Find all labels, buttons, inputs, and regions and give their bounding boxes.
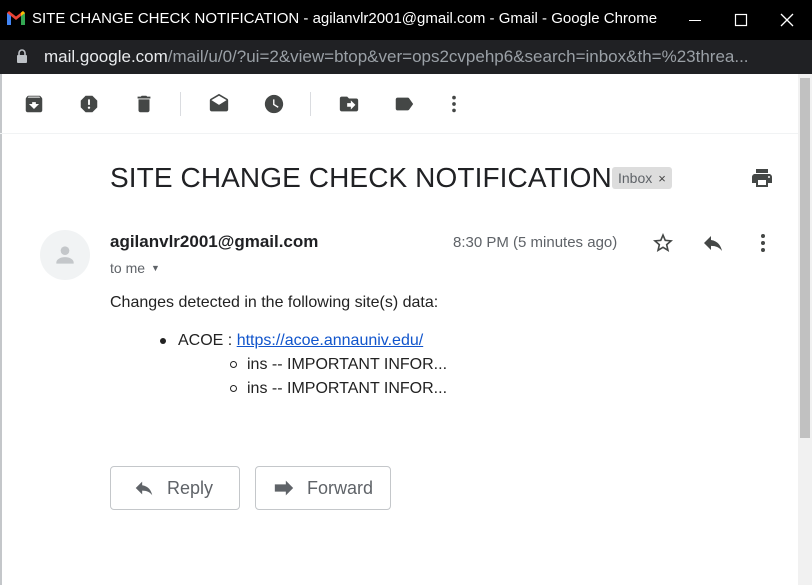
scrollbar-thumb[interactable] (800, 78, 810, 438)
minimize-icon (689, 20, 701, 21)
window-border (0, 74, 2, 585)
email-timestamp: 8:30 PM (5 minutes ago) (453, 234, 618, 251)
url-text[interactable]: mail.google.com/mail/u/0/?ui=2&view=btop… (44, 47, 749, 67)
site-link[interactable]: https://acoe.annauniv.edu/ (237, 332, 424, 349)
email-intro: Changes detected in the following site(s… (110, 294, 439, 311)
email-view: SITE CHANGE CHECK NOTIFICATION Inbox × a… (0, 74, 812, 585)
more-vertical-icon (452, 95, 456, 113)
inbox-label-badge[interactable]: Inbox × (612, 167, 672, 189)
label-text: Inbox (618, 170, 653, 186)
reply-action-button[interactable]: Reply (110, 466, 240, 510)
report-spam-icon (80, 95, 98, 113)
url-host: mail.google.com (44, 47, 168, 66)
circle-bullet-icon (230, 385, 237, 392)
sender-avatar (40, 230, 90, 280)
toolbar-divider (180, 92, 181, 116)
archive-button[interactable] (21, 91, 47, 117)
more-vertical-icon (761, 234, 765, 252)
site-label: ACOE : (178, 332, 237, 349)
chevron-down-icon: ▼ (151, 263, 160, 273)
mark-unread-button[interactable] (206, 91, 232, 117)
address-bar[interactable]: mail.google.com/mail/u/0/?ui=2&view=btop… (0, 40, 812, 74)
maximize-icon (734, 13, 748, 27)
report-spam-button[interactable] (76, 91, 102, 117)
delete-button[interactable] (131, 91, 157, 117)
reply-label: Reply (167, 477, 214, 498)
label-icon (395, 97, 414, 111)
change-entry: ins -- IMPORTANT INFOR... (247, 356, 448, 373)
lock-icon (16, 49, 28, 64)
mark-unread-icon (209, 93, 229, 112)
scrollbar[interactable] (798, 74, 812, 585)
maximize-button[interactable] (718, 0, 764, 40)
snooze-button[interactable] (261, 91, 287, 117)
email-toolbar (0, 74, 798, 134)
close-button[interactable] (764, 0, 810, 40)
window-title: SITE CHANGE CHECK NOTIFICATION - agilanv… (32, 10, 658, 27)
delete-icon (137, 95, 151, 113)
bullet-icon (160, 338, 166, 344)
reply-icon (135, 481, 153, 496)
star-button[interactable] (650, 230, 676, 256)
change-entry: ins -- IMPORTANT INFOR... (247, 380, 448, 397)
circle-bullet-icon (230, 361, 237, 368)
print-button[interactable] (750, 166, 776, 192)
more-options-button[interactable] (750, 230, 776, 256)
person-icon (56, 246, 74, 264)
gmail-icon (7, 11, 25, 25)
forward-icon (274, 480, 294, 496)
recipient-text: to me (110, 260, 146, 276)
archive-icon (25, 95, 43, 113)
forward-action-button[interactable]: Forward (255, 466, 391, 510)
close-icon (780, 13, 794, 27)
recipient-toggle[interactable]: to me ▼ (110, 260, 160, 276)
reply-icon (704, 236, 722, 251)
toolbar-divider (310, 92, 311, 116)
print-icon (752, 169, 772, 187)
move-to-icon (339, 96, 359, 112)
window-titlebar: SITE CHANGE CHECK NOTIFICATION - agilanv… (0, 0, 812, 40)
move-to-button[interactable] (336, 91, 362, 117)
star-icon (653, 233, 673, 252)
url-path: /mail/u/0/?ui=2&view=btop&ver=ops2cvpehp… (167, 47, 749, 66)
more-options-button[interactable] (441, 91, 467, 117)
email-subject: SITE CHANGE CHECK NOTIFICATION (110, 162, 612, 193)
label-button[interactable] (391, 91, 417, 117)
remove-label-icon[interactable]: × (658, 171, 666, 186)
forward-label: Forward (307, 477, 374, 498)
minimize-button[interactable] (672, 0, 718, 40)
reply-button[interactable] (700, 230, 726, 256)
sender-email: agilanvlr2001@gmail.com (110, 232, 319, 251)
snooze-icon (264, 94, 284, 114)
